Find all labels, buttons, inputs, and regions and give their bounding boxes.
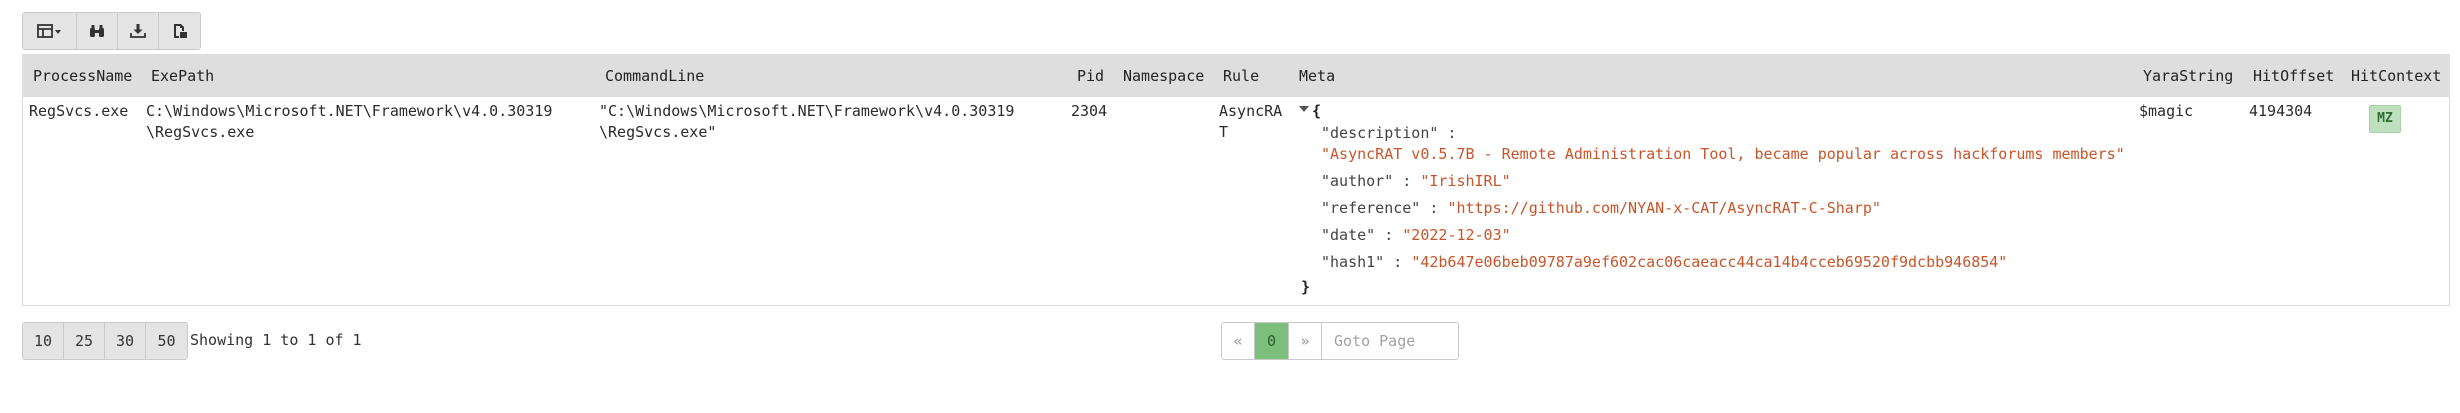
column-header-meta[interactable]: Meta [1299, 55, 1335, 97]
hit-context-badge: MZ [2369, 105, 2401, 133]
current-page-button[interactable]: 0 [1255, 323, 1289, 359]
page-size-50-button[interactable]: 50 [146, 323, 187, 359]
meta-value-description: "AsyncRAT v0.5.7B - Remote Administratio… [1321, 144, 2125, 165]
meta-key: "date" [1321, 226, 1376, 244]
column-header-hitcontext[interactable]: HitContext [2351, 55, 2441, 97]
showing-count-text: Showing 1 to 1 of 1 [190, 331, 362, 349]
column-header-exepath[interactable]: ExePath [151, 55, 214, 97]
meta-key: "hash1" [1321, 253, 1385, 271]
columns-dropdown-icon [36, 24, 63, 38]
export-csv-button[interactable] [159, 13, 200, 49]
prev-page-button[interactable]: « [1222, 323, 1255, 359]
search-button[interactable] [77, 13, 118, 49]
meta-value: "https://github.com/NYAN-x-CAT/AsyncRAT-… [1447, 199, 1881, 217]
export-csv-icon [172, 23, 188, 39]
meta-entry-date: "date" : "2022-12-03" [1321, 226, 1511, 244]
column-header-yarastring[interactable]: YaraString [2143, 55, 2233, 97]
column-header-pid[interactable]: Pid [1077, 55, 1104, 97]
page-size-30-button[interactable]: 30 [105, 323, 146, 359]
meta-entry-description: "description" : [1321, 124, 1457, 142]
meta-entry-hash1: "hash1" : "42b647e06beb09787a9ef602cac06… [1321, 253, 2008, 271]
cell-yarastring: $magic [2139, 102, 2194, 120]
meta-value: "IrishIRL" [1420, 172, 1511, 190]
binoculars-icon [89, 24, 105, 38]
meta-entry-author: "author" : "IrishIRL" [1321, 172, 1511, 190]
meta-key: "description" [1321, 124, 1439, 142]
download-button[interactable] [118, 13, 159, 49]
cell-processname: RegSvcs.exe [29, 102, 129, 120]
meta-value: "42b647e06beb09787a9ef602cac06caeacc44ca… [1411, 253, 2008, 271]
cell-exepath: C:\Windows\Microsoft.NET\Framework\v4.0.… [146, 102, 553, 141]
meta-key: "reference" [1321, 199, 1421, 217]
page-size-10-button[interactable]: 10 [23, 323, 64, 359]
page-size-selector: 10 25 30 50 [22, 322, 188, 360]
collapse-caret-icon[interactable] [1299, 106, 1309, 112]
meta-entry-reference: "reference" : "https://github.com/NYAN-x… [1321, 199, 1881, 217]
json-close-brace: } [1301, 278, 1311, 296]
results-table: ProcessName ExePath CommandLine Pid Name… [22, 54, 2450, 306]
cell-rule: AsyncRAT [1219, 102, 1283, 141]
table-toolbar [22, 12, 201, 50]
column-header-commandline[interactable]: CommandLine [605, 55, 704, 97]
column-header-hitoffset[interactable]: HitOffset [2253, 55, 2334, 97]
goto-page-input[interactable] [1322, 323, 1458, 359]
page-size-25-button[interactable]: 25 [64, 323, 105, 359]
column-header-namespace[interactable]: Namespace [1123, 55, 1204, 97]
json-open-brace: { [1312, 102, 1322, 120]
next-page-button[interactable]: » [1289, 323, 1322, 359]
meta-key: "author" [1321, 172, 1394, 190]
meta-value: "2022-12-03" [1402, 226, 1511, 244]
pagination: « 0 » [1221, 322, 1459, 360]
cell-hitoffset: 4194304 [2249, 102, 2313, 120]
column-header-rule[interactable]: Rule [1223, 55, 1259, 97]
cell-pid: 2304 [1071, 102, 1108, 120]
column-header-processname[interactable]: ProcessName [33, 55, 132, 97]
column-selector-button[interactable] [23, 13, 77, 49]
table-header: ProcessName ExePath CommandLine Pid Name… [23, 55, 2449, 97]
download-icon [130, 24, 146, 38]
meta-value: "AsyncRAT v0.5.7B - Remote Administratio… [1321, 145, 2125, 163]
cell-commandline: "C:\Windows\Microsoft.NET\Framework\v4.0… [599, 102, 1015, 141]
